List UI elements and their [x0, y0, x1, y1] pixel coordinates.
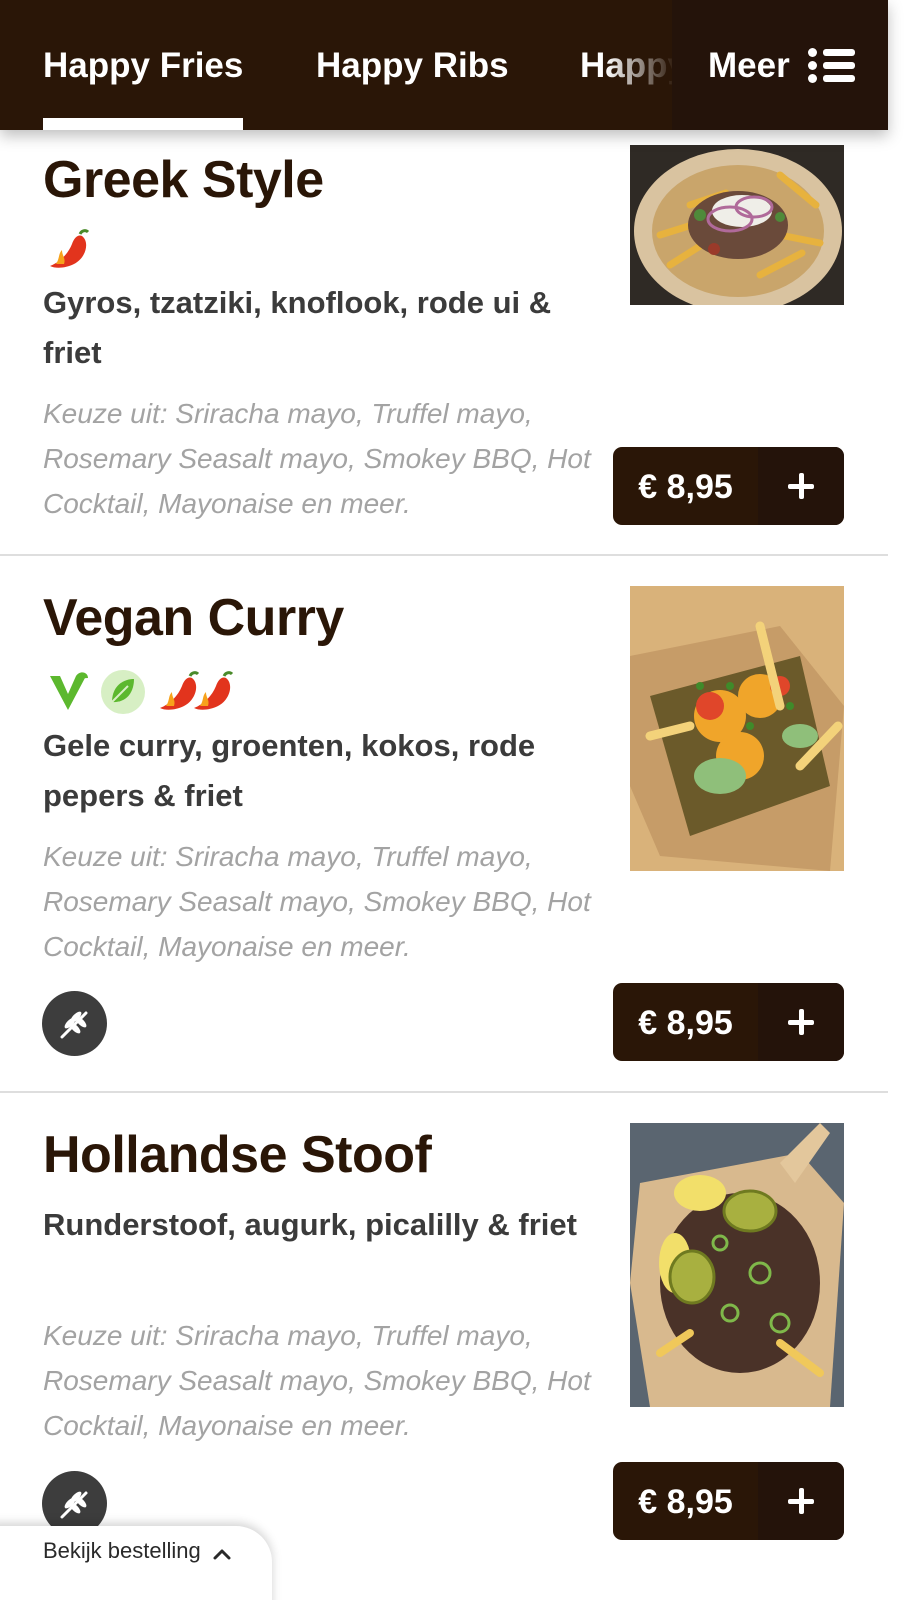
add-to-cart-button[interactable]: € 8,95 [613, 1462, 844, 1540]
plus-icon [758, 1462, 844, 1540]
product-description: Gyros, tzatziki, knoflook, rode ui & fri… [43, 285, 552, 370]
product-sauce-choices: Keuze uit: Sriracha mayo, Truffel mayo, … [43, 841, 591, 962]
product-card-vegan-curry[interactable]: Vegan Curry Gele curry, groenten, kokos,… [0, 556, 888, 1093]
product-card-hollandse-stoof[interactable]: Hollandse Stoof Runderstoof, augurk, pic… [0, 1093, 888, 1600]
vegetarian-leaf-icon [101, 670, 145, 714]
product-description: Runderstoof, augurk, picalilly & friet [43, 1207, 577, 1242]
product-badges [46, 668, 236, 716]
view-order-label: Bekijk bestelling [43, 1538, 201, 1563]
list-icon [808, 46, 856, 84]
product-image[interactable] [630, 1123, 844, 1407]
product-sauce-choices: Keuze uit: Sriracha mayo, Truffel mayo, … [43, 398, 591, 519]
product-card-greek-style[interactable]: Greek Style Gyros, tzatziki, knoflook, r… [0, 130, 888, 556]
plus-icon [758, 447, 844, 525]
tab-happy-fries[interactable]: Happy Fries [43, 0, 244, 130]
tab-happy-ribs[interactable]: Happy Ribs [316, 0, 509, 130]
chevron-up-icon [213, 1549, 231, 1560]
product-image[interactable] [630, 586, 844, 871]
category-nav: Happy Fries Happy Ribs Happy Meer [0, 0, 888, 130]
chili-pepper-icon [194, 671, 234, 710]
product-badges [46, 226, 92, 274]
product-description: Gele curry, groenten, kokos, rode pepers… [43, 728, 536, 813]
chili-pepper-icon [50, 229, 90, 268]
view-order-button[interactable]: Bekijk bestelling [0, 1526, 272, 1600]
product-price: € 8,95 [638, 1483, 733, 1521]
product-title: Hollandse Stoof [43, 1126, 432, 1184]
add-to-cart-button[interactable]: € 8,95 [613, 983, 844, 1061]
more-label: Meer [708, 46, 790, 85]
product-price: € 8,95 [638, 468, 733, 506]
add-to-cart-button[interactable]: € 8,95 [613, 447, 844, 525]
product-image[interactable] [630, 145, 844, 305]
product-title: Greek Style [43, 151, 324, 209]
gluten-wheat-icon[interactable] [42, 991, 107, 1056]
product-sauce-choices: Keuze uit: Sriracha mayo, Truffel mayo, … [43, 1320, 591, 1441]
plus-icon [758, 983, 844, 1061]
tabs-fade-overlay [606, 0, 672, 130]
more-menu-button[interactable]: Meer [672, 0, 888, 130]
product-price: € 8,95 [638, 1004, 733, 1042]
category-tabs: Happy Fries Happy Ribs Happy [0, 0, 672, 130]
product-title: Vegan Curry [43, 589, 344, 647]
vegan-icon [50, 672, 88, 710]
